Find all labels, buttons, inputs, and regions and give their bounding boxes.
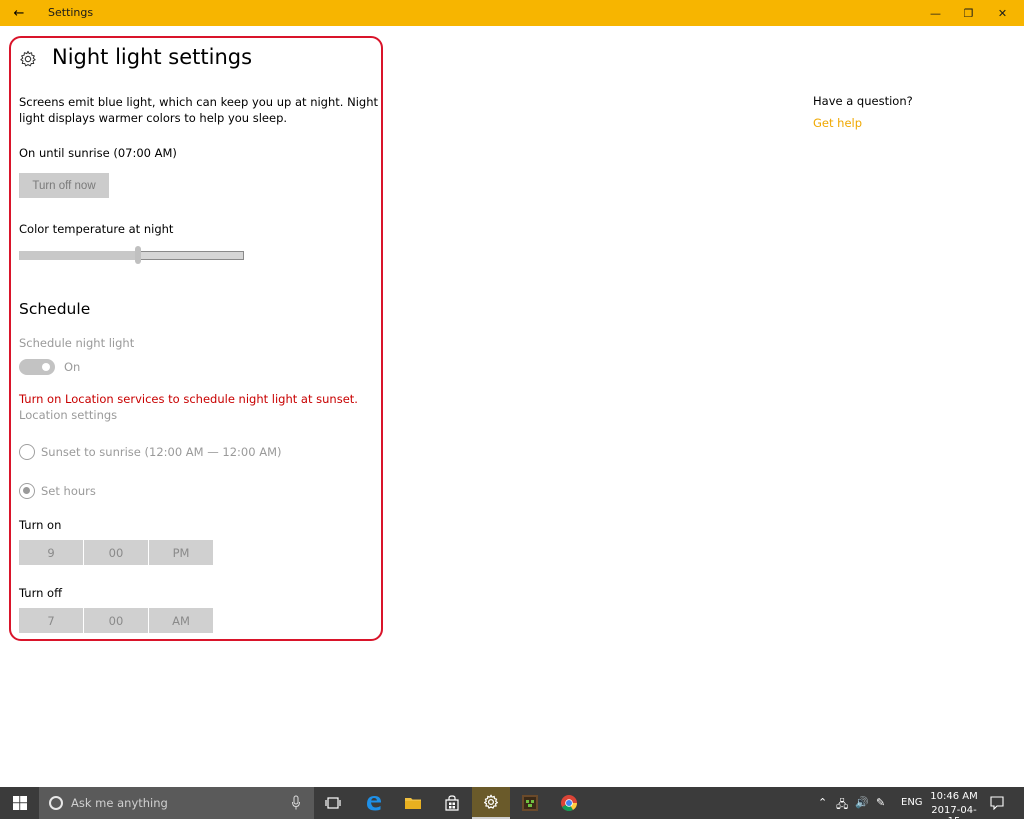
back-button[interactable]: ←: [0, 0, 38, 26]
turn-off-now-button[interactable]: Turn off now: [19, 173, 109, 198]
schedule-night-light-toggle[interactable]: [19, 359, 55, 375]
network-icon[interactable]: 🖧: [836, 796, 848, 815]
edge-icon: [367, 796, 381, 811]
window-title: Settings: [48, 6, 94, 19]
action-center-icon[interactable]: [990, 796, 1004, 810]
start-button[interactable]: [0, 787, 39, 819]
chrome-icon: [561, 795, 577, 811]
store-bag-icon: [445, 795, 459, 811]
show-hidden-icons-chevron-icon[interactable]: ⌃: [818, 796, 827, 809]
taskbar: Ask me anything ⌃ 🖧 🔊 ✎ ENG 10:46 AM 201…: [0, 787, 1024, 819]
task-view-icon: [325, 797, 341, 809]
color-temperature-thumb[interactable]: [135, 246, 142, 264]
chrome-taskbar-button[interactable]: [550, 787, 588, 819]
radio-selected-dot: [23, 487, 30, 494]
settings-taskbar-button[interactable]: [472, 787, 510, 819]
edge-taskbar-button[interactable]: [355, 787, 393, 819]
toggle-knob: [42, 363, 50, 371]
sunset-to-sunrise-label: Sunset to sunrise (12:00 AM — 12:00 AM): [41, 445, 282, 459]
turn-on-label: Turn on: [19, 518, 62, 532]
store-button[interactable]: [433, 787, 471, 819]
cortana-icon: [49, 796, 63, 810]
turn-off-time-picker[interactable]: 7 00 AM: [19, 608, 213, 633]
close-button[interactable]: ✕: [986, 0, 1019, 26]
clock-date[interactable]: 2017-04-15: [928, 805, 980, 819]
restore-icon: ❐: [963, 6, 974, 20]
schedule-heading: Schedule: [19, 300, 91, 318]
search-placeholder: Ask me anything: [71, 796, 168, 810]
toggle-state-label: On: [64, 360, 81, 374]
turn-on-period[interactable]: PM: [149, 540, 213, 565]
settings-gear-icon: [484, 794, 498, 809]
night-light-description: Screens emit blue light, which can keep …: [19, 95, 378, 125]
clock-time[interactable]: 10:46 AM: [928, 791, 980, 802]
folder-icon: [405, 798, 421, 809]
turn-off-period[interactable]: AM: [149, 608, 213, 633]
set-hours-label: Set hours: [41, 484, 96, 498]
file-explorer-button[interactable]: [394, 787, 432, 819]
turn-off-label: Turn off: [19, 586, 62, 600]
pen-workspace-icon[interactable]: ✎: [876, 796, 885, 809]
close-icon: ✕: [997, 6, 1008, 20]
location-settings-link[interactable]: Location settings: [19, 408, 117, 422]
minimize-button[interactable]: —: [919, 0, 952, 26]
sunset-to-sunrise-radio[interactable]: [19, 444, 35, 460]
task-view-button[interactable]: [314, 787, 352, 819]
minecraft-icon: [522, 795, 538, 811]
turn-on-hour[interactable]: 9: [19, 540, 83, 565]
set-hours-radio[interactable]: [19, 483, 35, 499]
minimize-icon: —: [930, 6, 941, 20]
maximize-button[interactable]: ❐: [952, 0, 985, 26]
help-question: Have a question?: [813, 94, 913, 108]
page-title: Night light settings: [52, 45, 253, 69]
schedule-night-light-label: Schedule night light: [19, 336, 135, 350]
turn-on-time-picker[interactable]: 9 00 PM: [19, 540, 213, 565]
input-language[interactable]: ENG: [901, 797, 923, 808]
gear-icon: [20, 50, 36, 67]
volume-icon[interactable]: 🔊: [855, 796, 869, 809]
turn-off-minute[interactable]: 00: [84, 608, 148, 633]
minecraft-taskbar-button[interactable]: [511, 787, 549, 819]
color-temperature-fill: [19, 251, 139, 260]
get-help-link[interactable]: Get help: [813, 116, 862, 130]
title-bar: ← Settings — ❐ ✕: [0, 0, 1024, 26]
back-arrow-icon: ←: [13, 5, 25, 21]
location-warning: Turn on Location services to schedule ni…: [19, 392, 358, 406]
color-temperature-label: Color temperature at night: [19, 222, 174, 236]
turn-off-hour[interactable]: 7: [19, 608, 83, 633]
windows-logo-icon: [12, 796, 27, 810]
turn-on-minute[interactable]: 00: [84, 540, 148, 565]
search-box[interactable]: Ask me anything: [39, 787, 314, 819]
night-light-status: On until sunrise (07:00 AM): [19, 146, 177, 160]
microphone-icon[interactable]: [291, 795, 301, 811]
